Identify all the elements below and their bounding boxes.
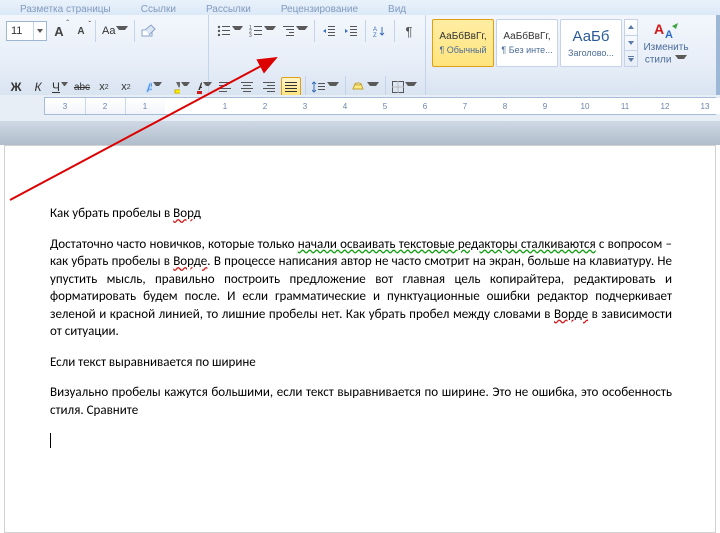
highlight-icon (174, 80, 180, 94)
style-scroll-more[interactable] (625, 51, 637, 66)
horizontal-ruler[interactable]: 3211234567891011121314151617 (44, 97, 716, 115)
page-margin-gap (0, 121, 720, 145)
document-page: Как убрать пробелы в Ворд Достаточно час… (4, 145, 716, 533)
ruler-tick: 6 (405, 98, 446, 114)
multilevel-icon (282, 25, 296, 37)
document-body[interactable]: Как убрать пробелы в Ворд Достаточно час… (4, 145, 716, 450)
ruler-tick: 3 (285, 98, 326, 114)
grow-font-button[interactable]: Aˆ (49, 20, 69, 42)
align-justify-icon (285, 81, 297, 93)
ruler-tick: 2 (85, 98, 126, 114)
doc-para-1: Достаточно часто новичков, которые тольк… (50, 236, 672, 341)
ruler-tick: 5 (365, 98, 406, 114)
show-marks-button[interactable]: ¶ (399, 20, 419, 42)
line-spacing-icon (312, 81, 326, 93)
doc-title: Как убрать пробелы в Ворд (50, 205, 672, 223)
outdent-icon (322, 25, 336, 37)
numbering-icon: 123 (249, 25, 263, 37)
indent-button[interactable] (341, 20, 361, 42)
ruler-tick: 7 (445, 98, 486, 114)
style-nospacing[interactable]: АаБбВвГг, ¶ Без инте... (496, 19, 558, 67)
tab-links[interactable]: Ссылки (141, 4, 176, 15)
ribbon: 11 Aˆ Aˇ Aa Ж К Ч abc x2 x2 A (0, 15, 720, 96)
tab-layout[interactable]: Разметка страницы (20, 4, 111, 15)
doc-para-3: Визуально пробелы кажутся большими, если… (50, 384, 672, 419)
sort-icon: AZ (373, 25, 387, 37)
align-right-button[interactable] (259, 77, 279, 97)
ruler-tick: 3 (45, 98, 86, 114)
bullets-button[interactable] (215, 20, 245, 42)
font-size-value: 11 (7, 25, 33, 37)
text-effects-icon: A (146, 80, 152, 94)
change-styles-button[interactable]: A A Изменить стили (642, 19, 690, 67)
numbering-button[interactable]: 123 (247, 20, 277, 42)
align-right-icon (263, 81, 275, 93)
style-normal[interactable]: АаБбВвГг, ¶ Обычный (432, 19, 494, 67)
svg-text:3: 3 (249, 33, 252, 37)
ruler-tick: 8 (485, 98, 526, 114)
tab-mail[interactable]: Рассылки (206, 4, 251, 15)
multilevel-button[interactable] (280, 20, 310, 42)
align-center-button[interactable] (237, 77, 257, 97)
sort-button[interactable]: AZ (370, 20, 390, 42)
doc-cursor-line (50, 432, 672, 450)
bucket-icon (352, 81, 366, 93)
style-heading1[interactable]: АаБб Заголово... (560, 19, 622, 67)
indent-icon (344, 25, 358, 37)
tab-view[interactable]: Вид (388, 4, 406, 15)
outdent-button[interactable] (319, 20, 339, 42)
align-justify-button[interactable] (281, 77, 301, 97)
ribbon-tabs: Разметка страницы Ссылки Рассылки Реценз… (0, 0, 720, 15)
ruler-tick: 4 (325, 98, 366, 114)
clear-format-button[interactable] (139, 20, 159, 42)
doc-para-2: Если текст выравнивается по ширине (50, 354, 672, 372)
svg-text:A: A (146, 80, 152, 94)
font-size-dropdown-icon[interactable] (33, 22, 46, 40)
shrink-font-button[interactable]: Aˇ (71, 20, 91, 42)
tab-review[interactable]: Рецензирование (281, 4, 358, 15)
ruler-tick: 11 (605, 98, 646, 114)
align-center-icon (241, 81, 253, 93)
change-case-button[interactable]: Aa (100, 20, 130, 42)
ruler-tick: 1 (125, 98, 166, 114)
ruler-tick: 1 (205, 98, 246, 114)
align-left-button[interactable] (215, 77, 235, 97)
ruler-tick: 12 (645, 98, 686, 114)
font-color-icon: A (196, 80, 202, 94)
ruler-tick: 9 (525, 98, 566, 114)
change-styles-icon: A A (652, 20, 680, 41)
style-gallery: АаБбВвГг, ¶ Обычный АаБбВвГг, ¶ Без инте… (432, 19, 638, 67)
ruler-tick: 10 (565, 98, 606, 114)
ruler-area: 3211234567891011121314151617 (0, 95, 720, 121)
style-gallery-scroll[interactable] (624, 19, 638, 67)
eraser-icon (141, 24, 157, 38)
svg-text:A: A (665, 29, 673, 41)
ruler-tick: 2 (245, 98, 286, 114)
align-left-icon (219, 81, 231, 93)
svg-text:A: A (654, 21, 664, 37)
text-cursor (50, 433, 51, 448)
style-scroll-up[interactable] (625, 20, 637, 36)
borders-icon (392, 81, 404, 93)
ruler-tick: 13 (685, 98, 720, 114)
style-scroll-down[interactable] (625, 36, 637, 52)
svg-text:Z: Z (373, 33, 377, 37)
font-size-box[interactable]: 11 (6, 21, 47, 41)
ruler-tick (165, 98, 206, 114)
bullets-icon (217, 25, 231, 37)
